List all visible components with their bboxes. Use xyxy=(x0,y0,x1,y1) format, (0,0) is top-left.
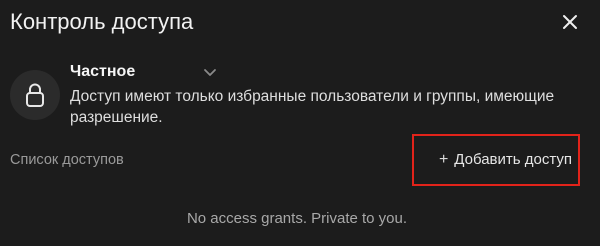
access-list-header: Список доступов + Добавить доступ xyxy=(10,148,590,172)
empty-access-message: No access grants. Private to you. xyxy=(186,210,408,227)
add-access-button[interactable]: + Добавить доступ xyxy=(431,144,580,176)
access-level-dropdown[interactable]: Частное xyxy=(70,60,218,84)
dialog-title: Контроль доступа xyxy=(10,9,194,34)
access-level-label: Частное xyxy=(70,63,136,80)
close-button[interactable] xyxy=(560,12,580,32)
add-access-label: Добавить доступ xyxy=(454,151,572,168)
access-list-title: Список доступов xyxy=(10,152,124,168)
access-control-dialog: Контроль доступа Частное Доступ имеют то… xyxy=(0,0,600,246)
access-level-section: Частное Доступ имеют только избранные по… xyxy=(10,60,590,130)
dialog-header: Контроль доступа xyxy=(10,6,590,38)
access-level-description: Доступ имеют только избранные пользовате… xyxy=(70,88,555,126)
lock-icon xyxy=(26,83,44,107)
plus-icon: + xyxy=(438,151,449,168)
chevron-down-icon[interactable] xyxy=(202,64,218,80)
lock-avatar xyxy=(10,70,60,120)
close-icon xyxy=(563,15,577,29)
